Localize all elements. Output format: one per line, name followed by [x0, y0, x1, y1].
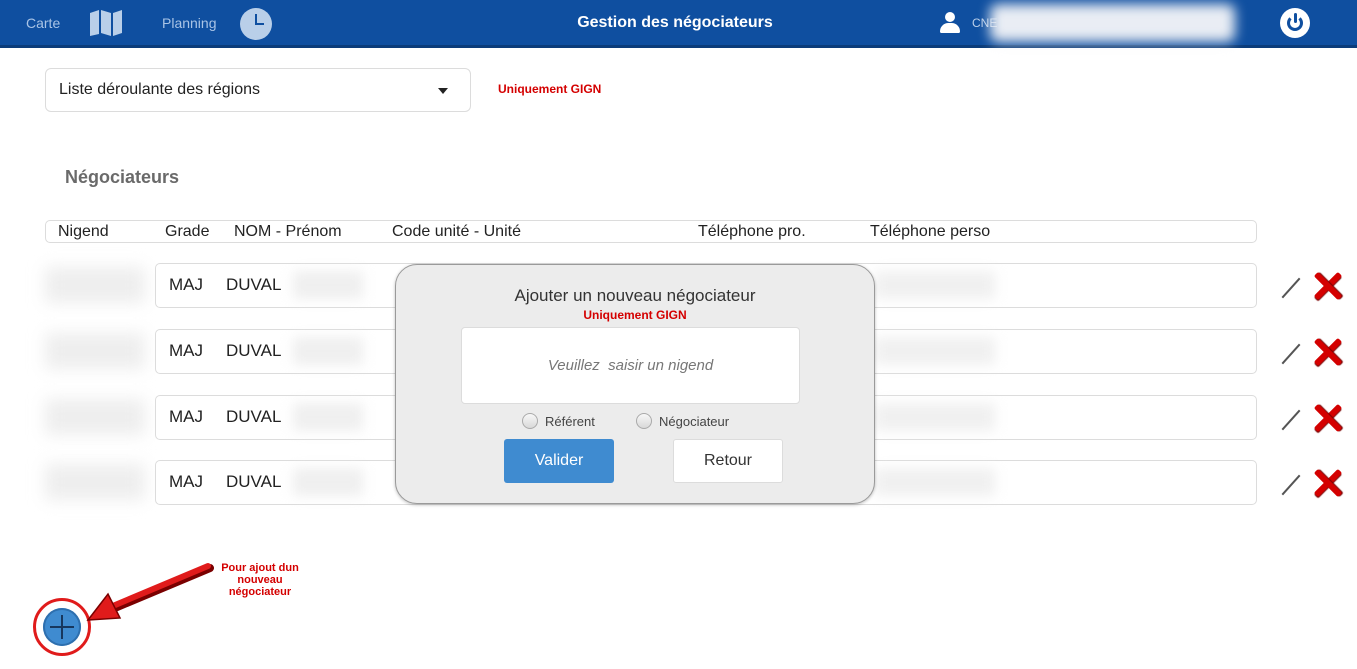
edit-icon[interactable] — [1281, 342, 1301, 364]
nigend-input[interactable] — [461, 327, 800, 404]
prenom-redacted — [293, 337, 363, 365]
phone-redacted — [875, 468, 995, 496]
phone-redacted — [875, 271, 995, 299]
prenom-redacted — [293, 271, 363, 299]
nigend-redacted — [45, 464, 145, 500]
back-button[interactable]: Retour — [673, 439, 783, 483]
radio-negociateur-dot[interactable] — [636, 413, 652, 429]
col-nigend: Nigend — [58, 223, 109, 240]
user-name-redacted — [990, 4, 1235, 42]
clock-icon[interactable] — [240, 8, 272, 40]
nav-planning-link[interactable]: Planning — [162, 0, 217, 46]
col-tel-pro: Téléphone pro. — [698, 223, 806, 240]
map-icon[interactable] — [88, 9, 124, 37]
row-grade: MAJ — [169, 472, 203, 491]
row-nom: DUVAL — [226, 472, 282, 491]
row-grade: MAJ — [169, 407, 203, 426]
page-title: Gestion des négociateurs — [577, 14, 773, 31]
edit-icon[interactable] — [1281, 276, 1301, 298]
add-negotiator-modal: Ajouter un nouveau négociateur Uniquemen… — [395, 264, 875, 504]
edit-icon[interactable] — [1281, 408, 1301, 430]
modal-title: Ajouter un nouveau négociateur — [514, 286, 756, 305]
delete-icon[interactable] — [1313, 403, 1343, 433]
phone-redacted — [875, 403, 995, 431]
prenom-redacted — [293, 468, 363, 496]
section-title: Négociateurs — [65, 167, 180, 187]
radio-negociateur[interactable]: Négociateur — [636, 413, 729, 429]
col-nom-prenom: NOM - Prénom — [234, 223, 342, 240]
row-grade: MAJ — [169, 341, 203, 360]
region-dropdown[interactable]: Liste déroulante des régions — [45, 68, 471, 112]
modal-gign-note: Uniquement GIGN — [583, 308, 687, 322]
nigend-redacted — [45, 399, 145, 435]
prenom-redacted — [293, 403, 363, 431]
caret-down-icon — [438, 88, 448, 94]
col-unite: Code unité - Unité — [392, 223, 521, 240]
add-icon — [43, 608, 81, 646]
row-nom: DUVAL — [226, 341, 282, 360]
annotation-line-3: négociateur — [228, 586, 292, 598]
radio-referent-dot[interactable] — [522, 413, 538, 429]
table-header: Nigend Grade NOM - Prénom Code unité - U… — [45, 220, 1257, 243]
radio-referent-label: Référent — [545, 413, 595, 429]
nav-carte-link[interactable]: Carte — [26, 0, 60, 46]
nigend-redacted — [45, 333, 145, 369]
nigend-redacted — [45, 267, 145, 303]
radio-negociateur-label: Négociateur — [659, 413, 730, 429]
col-tel-perso: Téléphone perso — [870, 223, 991, 240]
delete-icon[interactable] — [1313, 337, 1343, 367]
arrow-icon — [86, 563, 214, 621]
gign-only-note: Uniquement GIGN — [498, 82, 602, 96]
region-dropdown-value: Liste déroulante des régions — [59, 81, 261, 98]
radio-referent[interactable]: Référent — [522, 413, 595, 429]
power-icon[interactable] — [1280, 8, 1310, 38]
annotation-line-2: nouveau — [237, 574, 283, 586]
top-nav-bar: Carte Planning Gestion des négociateurs … — [0, 0, 1357, 48]
row-nom: DUVAL — [226, 407, 282, 426]
validate-button[interactable]: Valider — [504, 439, 614, 483]
edit-icon[interactable] — [1281, 473, 1301, 495]
col-grade: Grade — [165, 223, 210, 240]
row-nom: DUVAL — [226, 275, 282, 294]
annotation-line-1: Pour ajout dun — [221, 562, 299, 574]
row-grade: MAJ — [169, 275, 203, 294]
user-icon — [940, 12, 960, 34]
delete-icon[interactable] — [1313, 468, 1343, 498]
delete-icon[interactable] — [1313, 271, 1343, 301]
phone-redacted — [875, 337, 995, 365]
add-annotation: Pour ajout dun nouveau négociateur — [210, 562, 310, 598]
